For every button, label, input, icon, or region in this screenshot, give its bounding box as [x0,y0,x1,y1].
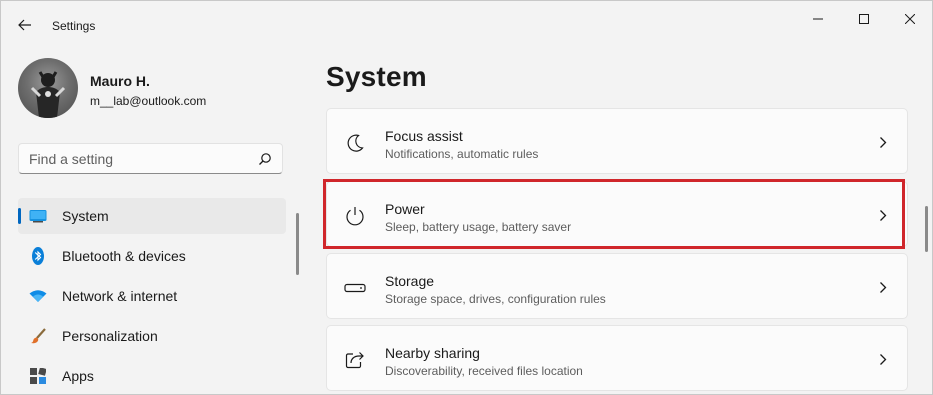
sidebar-item-label: System [62,208,109,224]
close-button[interactable] [890,7,930,31]
brush-icon [29,327,47,345]
card-description: Storage space, drives, configuration rul… [385,292,606,306]
minimize-button[interactable] [798,7,838,31]
back-arrow-icon [18,19,31,31]
search-icon[interactable] [258,152,272,166]
sidebar-item-label: Apps [62,368,94,384]
page-title: System [326,61,427,92]
avatar-figure-icon [30,71,66,118]
sidebar-item-network[interactable]: Network & internet [18,278,286,314]
close-icon [905,14,915,24]
sidebar-item-system[interactable]: System [18,198,286,234]
chevron-right-icon [877,280,889,294]
power-icon [344,205,366,227]
sidebar-item-label: Bluetooth & devices [62,248,186,264]
sidebar-scrollbar[interactable] [296,213,299,275]
minimize-icon [813,18,823,20]
title-bar: Settings [1,1,932,41]
monitor-icon [29,207,47,225]
storage-card[interactable]: Storage Storage space, drives, configura… [326,253,908,319]
sidebar-item-label: Network & internet [62,288,178,304]
card-title: Storage [385,273,435,289]
search-box[interactable] [18,143,283,174]
maximize-button[interactable] [844,7,884,31]
user-email: m__lab@outlook.com [90,94,207,108]
bluetooth-icon [29,247,47,265]
sidebar-item-personalization[interactable]: Personalization [18,318,286,354]
avatar[interactable] [18,58,78,118]
card-description: Sleep, battery usage, battery saver [385,220,572,234]
focus-assist-card[interactable]: Focus assist Notifications, automatic ru… [326,108,908,174]
main-scrollbar[interactable] [925,206,928,252]
card-title: Nearby sharing [385,345,480,361]
card-title: Power [385,201,425,217]
chevron-right-icon [877,208,889,222]
user-name: Mauro H. [90,73,150,89]
wifi-icon [29,287,47,305]
search-input[interactable] [29,150,249,168]
sidebar-item-bluetooth[interactable]: Bluetooth & devices [18,238,286,274]
maximize-icon [859,14,869,24]
share-icon [344,349,366,371]
chevron-right-icon [877,135,889,149]
apps-icon [29,367,47,385]
app-title: Settings [52,19,96,33]
selection-indicator [18,208,21,224]
storage-icon [344,277,366,299]
moon-icon [344,132,366,154]
chevron-right-icon [877,352,889,366]
back-button[interactable] [13,13,37,37]
settings-window: Settings Mauro H. m__lab@outlook.com Fin… [0,0,933,395]
power-card[interactable]: Power Sleep, battery usage, battery save… [326,181,908,247]
card-description: Notifications, automatic rules [385,147,539,161]
nearby-sharing-card[interactable]: Nearby sharing Discoverability, received… [326,325,908,391]
card-description: Discoverability, received files location [385,364,583,378]
sidebar-item-apps[interactable]: Apps [18,358,286,394]
card-title: Focus assist [385,128,463,144]
sidebar-item-label: Personalization [62,328,158,344]
